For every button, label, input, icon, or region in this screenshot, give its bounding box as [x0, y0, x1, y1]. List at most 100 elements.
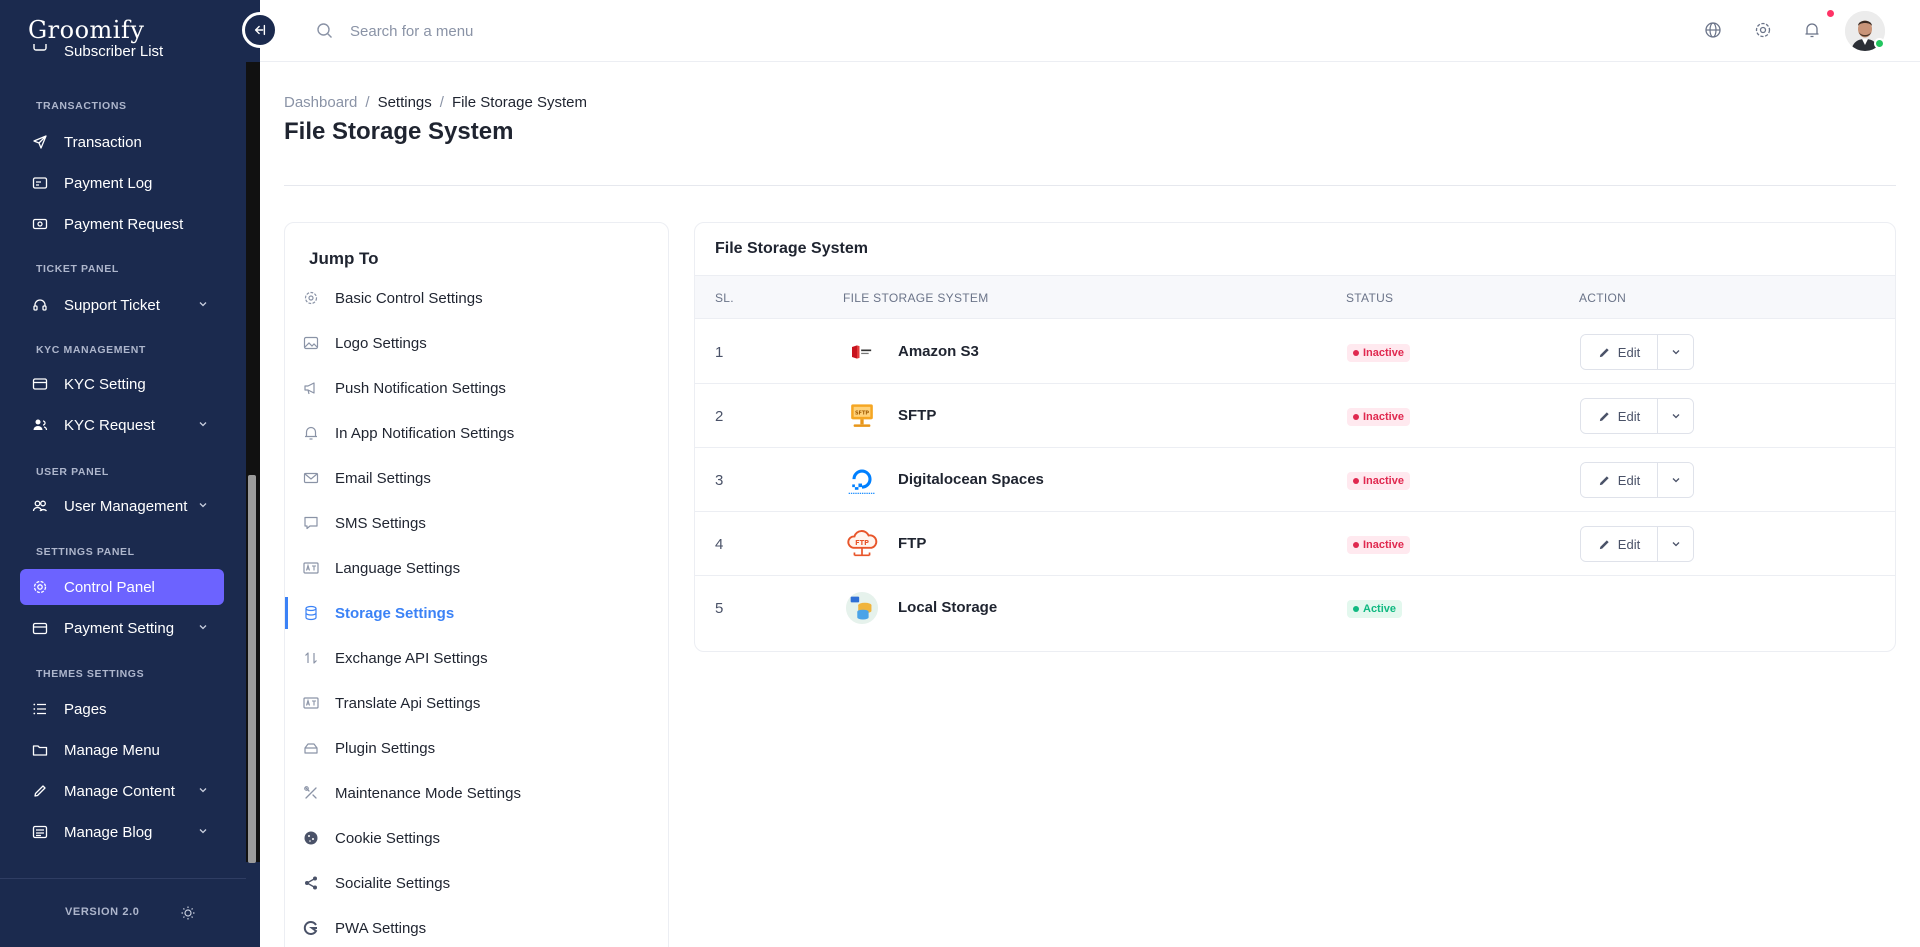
send-icon — [32, 134, 48, 150]
digitalocean-logo-icon — [844, 462, 880, 498]
sidebar-item-label: Manage Content — [64, 782, 175, 800]
breadcrumb-current: File Storage System — [451, 94, 587, 111]
sidebar-item-manage-menu[interactable]: Manage Menu — [20, 732, 224, 768]
list-icon — [32, 44, 48, 60]
search-icon — [317, 23, 332, 38]
sidebar-item-kyc-setting[interactable]: KYC Setting — [20, 366, 224, 402]
breadcrumb-settings[interactable]: Settings — [378, 94, 432, 111]
jump-item-basic-control-settings[interactable]: Basic Control Settings — [285, 278, 669, 318]
jump-item-sms-settings[interactable]: SMS Settings — [285, 503, 669, 543]
search-input[interactable] — [350, 18, 750, 44]
app-version: VERSION 2.0 — [65, 906, 140, 918]
sidebar-item-control-panel[interactable]: Control Panel — [20, 569, 224, 605]
section-ticket-panel: TICKET PANEL — [36, 263, 119, 275]
sun-icon[interactable] — [180, 905, 196, 921]
action-dropdown-button[interactable] — [1657, 399, 1693, 433]
sftp-logo-icon: SFTP — [844, 398, 880, 434]
action-dropdown-button[interactable] — [1657, 335, 1693, 369]
sidebar-item-label: Payment Setting — [64, 619, 175, 637]
storage-name: FTP — [898, 535, 927, 552]
jump-item-exchange-api-settings[interactable]: Exchange API Settings — [285, 638, 669, 678]
table-row: 3 Digitalocean Spaces Inactive Edit — [695, 448, 1895, 512]
breadcrumb: Dashboard / Settings / File Storage System — [284, 94, 587, 111]
table-header: SL. FILE STORAGE SYSTEM STATUS ACTION — [695, 275, 1895, 319]
headset-icon — [32, 297, 48, 313]
globe-icon[interactable] — [1704, 21, 1722, 39]
jump-item-plugin-settings[interactable]: Plugin Settings — [285, 728, 669, 768]
sidebar-item-label: Payment Log — [64, 174, 153, 192]
chevron-down-icon — [199, 625, 207, 630]
jump-item-storage-settings[interactable]: Storage Settings — [285, 593, 669, 633]
breadcrumb-dashboard[interactable]: Dashboard — [284, 94, 357, 111]
chevron-down-icon — [1672, 478, 1679, 483]
page-title: File Storage System — [284, 118, 514, 145]
jump-item-label: Socialite Settings — [335, 874, 451, 892]
wallet-icon — [32, 620, 48, 636]
sidebar-item-transaction[interactable]: Transaction — [20, 124, 224, 160]
jump-item-socialite-settings[interactable]: Socialite Settings — [285, 863, 669, 903]
jump-item-label: In App Notification Settings — [335, 424, 515, 442]
sidebar-collapse-button[interactable] — [242, 12, 278, 48]
sidebar-item-payment-log[interactable]: Payment Log — [20, 165, 224, 201]
sidebar-item-support-ticket[interactable]: Support Ticket — [20, 287, 224, 323]
sidebar-item-manage-content[interactable]: Manage Content — [20, 773, 224, 809]
section-settings-panel: SETTINGS PANEL — [36, 546, 135, 558]
jump-item-cookie-settings[interactable]: Cookie Settings — [285, 818, 669, 858]
sidebar-item-payment-request[interactable]: Payment Request — [20, 206, 224, 242]
edit-label: Edit — [1617, 536, 1641, 552]
app-logo[interactable]: Groomify — [28, 16, 144, 44]
action-button-group: Edit — [1580, 526, 1694, 562]
sidebar-item-user-management[interactable]: User Management — [20, 488, 224, 524]
card-title: File Storage System — [715, 240, 868, 257]
edit-label: Edit — [1617, 408, 1641, 424]
jump-item-label: PWA Settings — [335, 919, 427, 937]
sidebar-scrollbar-thumb[interactable] — [248, 475, 256, 863]
edit-button[interactable]: Edit — [1581, 527, 1657, 561]
jump-item-label: Basic Control Settings — [335, 289, 483, 307]
jump-item-pwa-settings[interactable]: PWA Settings — [285, 908, 669, 947]
sidebar-item-subscriber-list[interactable]: Subscriber List — [20, 42, 224, 60]
chevron-down-icon — [1672, 542, 1679, 547]
table-row: 1 Amazon S3 Inactive Edit — [695, 320, 1895, 384]
file-storage-card: File Storage System SL. FILE STORAGE SYS… — [694, 222, 1896, 652]
sidebar-item-pages[interactable]: Pages — [20, 691, 224, 727]
chevron-down-icon — [199, 788, 207, 793]
edit-label: Edit — [1617, 344, 1641, 360]
chevron-down-icon — [199, 302, 207, 307]
sidebar-item-label: KYC Setting — [64, 375, 146, 393]
jump-item-email-settings[interactable]: Email Settings — [285, 458, 669, 498]
column-header-status: STATUS — [1346, 291, 1394, 305]
gear-icon[interactable] — [1754, 21, 1772, 39]
topbar — [260, 0, 1920, 62]
pencil-icon — [1599, 411, 1609, 421]
edit-button[interactable]: Edit — [1581, 463, 1657, 497]
sidebar-item-manage-blog[interactable]: Manage Blog — [20, 814, 224, 850]
action-dropdown-button[interactable] — [1657, 463, 1693, 497]
table-row: 4 FTP FTP Inactive Edit — [695, 512, 1895, 576]
sidebar-item-payment-setting[interactable]: Payment Setting — [20, 610, 224, 646]
translate-icon — [303, 562, 319, 574]
chevron-down-icon — [1672, 350, 1679, 355]
action-dropdown-button[interactable] — [1657, 527, 1693, 561]
divider — [284, 185, 1896, 186]
jump-item-logo-settings[interactable]: Logo Settings — [285, 323, 669, 363]
users-icon — [32, 498, 48, 514]
jump-item-in-app-notification-settings[interactable]: In App Notification Settings — [285, 413, 669, 453]
edit-button[interactable]: Edit — [1581, 335, 1657, 369]
edit-button[interactable]: Edit — [1581, 399, 1657, 433]
status-badge: Inactive — [1347, 408, 1410, 426]
list-icon — [32, 701, 48, 717]
jump-item-translate-api-settings[interactable]: Translate Api Settings — [285, 683, 669, 723]
section-themes-settings: THEMES SETTINGS — [36, 668, 145, 680]
jump-item-maintenance-mode-settings[interactable]: Maintenance Mode Settings — [285, 773, 669, 813]
jump-item-push-notification-settings[interactable]: Push Notification Settings — [285, 368, 669, 408]
chevron-down-icon — [1672, 414, 1679, 419]
sidebar-item-label: User Management — [64, 497, 188, 515]
image-icon — [303, 336, 319, 350]
bell-icon[interactable] — [1803, 21, 1821, 39]
row-sl: 3 — [715, 472, 724, 489]
jump-item-label: Logo Settings — [335, 334, 427, 352]
sidebar-item-kyc-request[interactable]: KYC Request — [20, 407, 224, 443]
local-storage-logo-icon — [844, 590, 880, 626]
jump-item-language-settings[interactable]: Language Settings — [285, 548, 669, 588]
